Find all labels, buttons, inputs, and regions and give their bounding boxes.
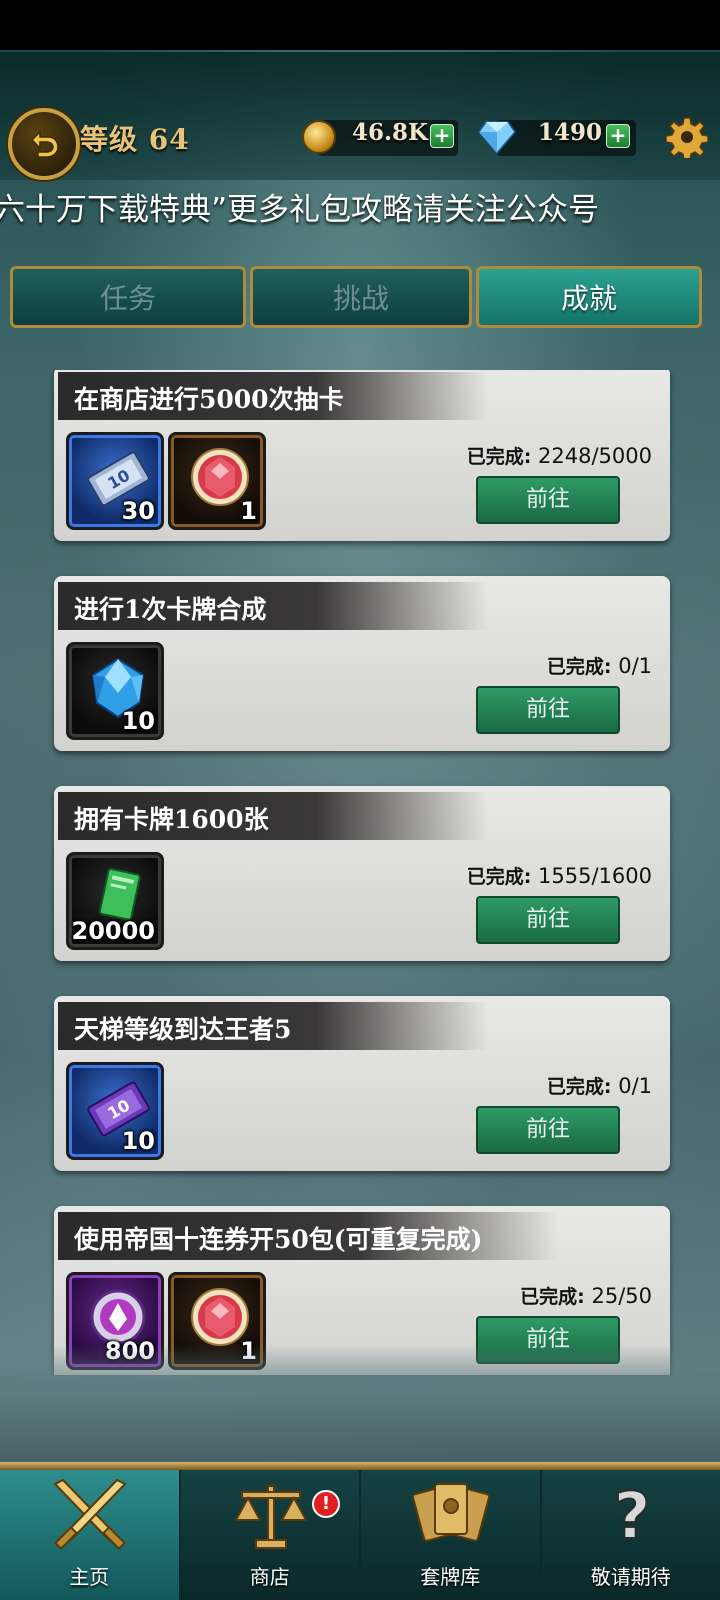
achievement-title: 天梯等级到达王者5 [58,1002,488,1050]
reward-item[interactable]: 20000 [66,852,164,950]
svg-text:?: ? [613,1480,650,1554]
progress-label: 已完成: [546,656,612,678]
achievement-title: 拥有卡牌1600张 [58,792,488,840]
tab-label: 任务 [99,282,156,315]
tab-tasks[interactable]: 任务 [10,266,246,328]
scales-icon [233,1485,308,1549]
achievement-progress: 已完成: 1555/1600 [467,862,652,889]
tab-achievements[interactable]: 成就 [476,266,702,328]
progress-label: 已完成: [546,1076,612,1098]
nav-label: 套牌库 [420,1565,481,1589]
tab-challenge[interactable]: 挑战 [250,266,472,328]
achievement-progress: 已完成: 0/1 [547,652,652,679]
reward-count: 20000 [71,917,156,945]
achievement-card: 天梯等级到达王者5 10 10 已完成: 0/1 前往 [54,996,670,1171]
shop-notification-badge: ! [312,1490,340,1518]
go-button[interactable]: 前往 [476,1106,620,1154]
achievement-progress: 已完成: 2248/5000 [467,442,652,469]
achievement-card: 拥有卡牌1600张 20000 已完成: 1555/1600 前往 [54,786,670,961]
add-diamond-button[interactable]: + [606,124,630,148]
player-level: 等级 64 [80,123,190,156]
reward-item[interactable]: 10 10 [66,1062,164,1160]
diamond-amount: 1490 [538,119,603,146]
nav-home[interactable]: 主页 [0,1470,181,1600]
announcement-marquee: 六十万下载特典”更多礼包攻略请关注公众号 [0,182,720,228]
back-button[interactable] [8,108,80,180]
achievement-progress: 已完成: 0/1 [547,1072,652,1099]
achievement-list[interactable]: 在商店进行5000次抽卡 10 30 1 已完成: 2248/5000 前往 进… [0,370,720,1375]
nav-label: 商店 [249,1565,290,1589]
status-bar [0,0,720,50]
reward-item[interactable]: 10 [66,642,164,740]
achievement-title: 进行1次卡牌合成 [58,582,488,630]
nav-label: 主页 [69,1565,110,1589]
progress-label: 已完成: [520,1286,585,1308]
announcement-text: 六十万下载特典”更多礼包攻略请关注公众号 [0,192,600,228]
go-button[interactable]: 前往 [476,686,620,734]
progress-value: 1555/1600 [538,864,652,888]
tab-label: 挑战 [332,282,389,315]
nav-divider [0,1462,720,1470]
top-bar [0,52,720,180]
settings-gear-icon[interactable] [666,116,708,158]
achievement-progress: 已完成: 25/50 [520,1282,652,1309]
go-button[interactable]: 前往 [476,896,620,944]
achievement-title: 使用帝国十连券开50包(可重复完成) [58,1212,558,1260]
reward-item[interactable]: 1 [168,432,266,530]
achievement-card: 在商店进行5000次抽卡 10 30 1 已完成: 2248/5000 前往 [54,370,670,541]
add-gold-button[interactable]: + [430,124,454,148]
gold-coin-icon [302,120,336,154]
back-arrow-icon [30,130,59,158]
bottom-nav: 主页 商店 套牌库 ? 敬请期待 [0,1470,720,1600]
go-button[interactable]: 前往 [476,476,620,524]
nav-label: 敬请期待 [590,1565,671,1589]
question-mark-icon: ? [612,1479,651,1555]
reward-count: 30 [121,497,155,525]
progress-value: 2248/5000 [538,444,652,468]
tab-label: 成就 [560,282,617,315]
progress-label: 已完成: [466,446,532,468]
progress-value: 0/1 [618,654,652,678]
progress-value: 0/1 [618,1074,652,1098]
nav-deck[interactable]: 套牌库 [361,1470,542,1600]
crossed-swords-icon [53,1478,127,1551]
gold-amount: 46.8K [352,119,429,146]
nav-shop[interactable]: 商店 [180,1470,361,1600]
progress-value: 25/50 [591,1284,652,1308]
reward-count: 10 [121,707,155,735]
bottom-fog [0,1345,720,1465]
reward-item[interactable]: 10 30 [66,432,164,530]
achievement-card: 进行1次卡牌合成 10 已完成: 0/1 前往 [54,576,670,751]
card-deck-icon [412,1483,490,1542]
reward-count: 1 [240,497,257,525]
achievement-title: 在商店进行5000次抽卡 [58,372,488,420]
reward-count: 10 [121,1127,155,1155]
diamond-icon [478,121,516,154]
progress-label: 已完成: [466,866,532,888]
nav-coming-soon[interactable]: ? 敬请期待 [541,1470,720,1600]
